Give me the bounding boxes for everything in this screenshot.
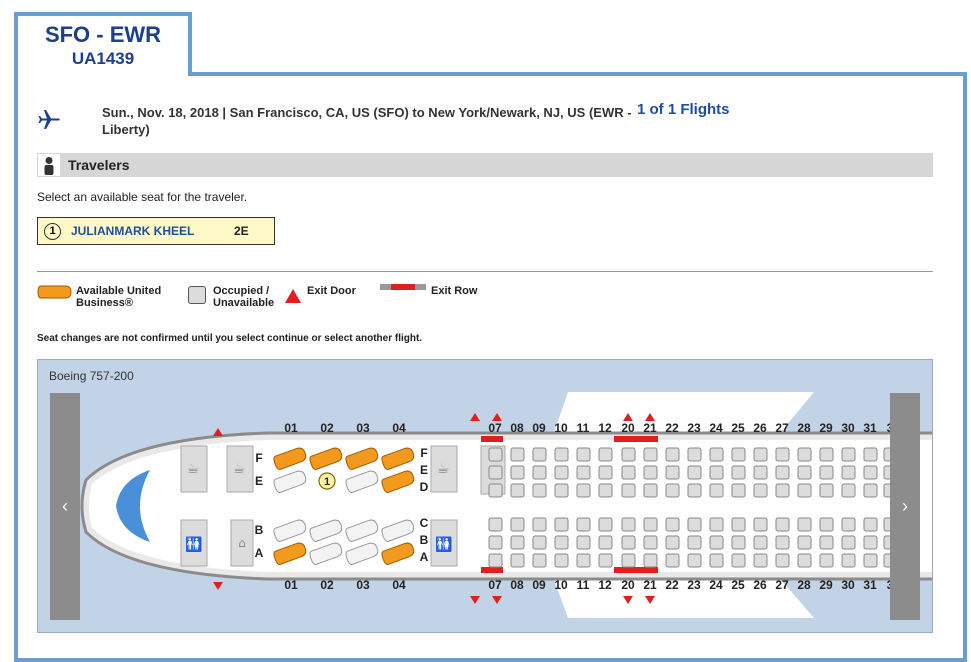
route-title: SFO - EWR — [44, 22, 162, 47]
seat-map-page: SFO - EWR UA1439 Sun., Nov. 18, 2018 | S… — [0, 0, 971, 662]
flight-tab[interactable]: SFO - EWR UA1439 — [14, 12, 192, 76]
flight-panel — [14, 72, 967, 662]
flight-number: UA1439 — [71, 49, 135, 68]
